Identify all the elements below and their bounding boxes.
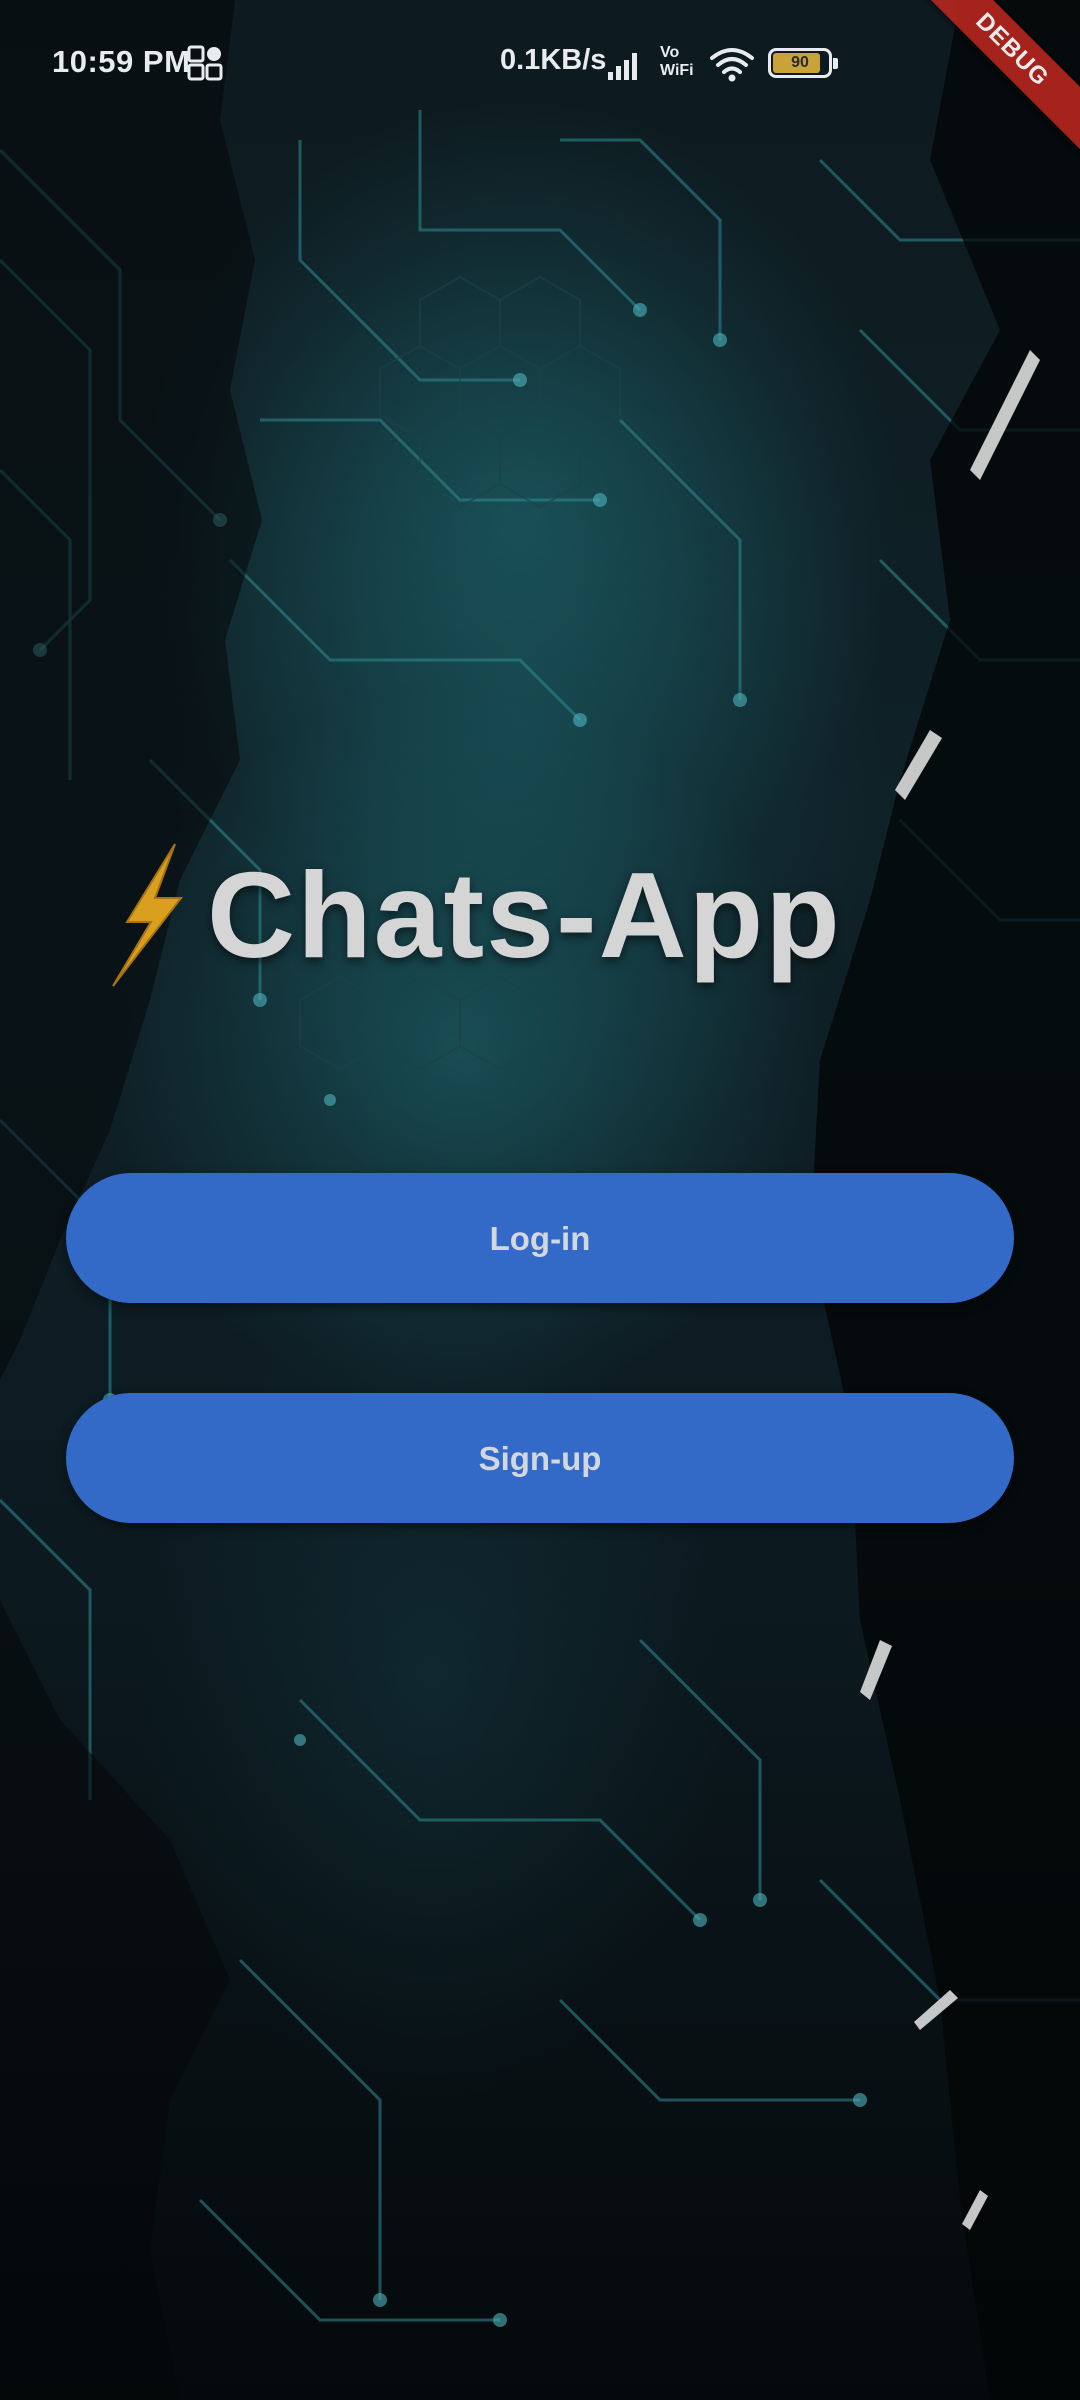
battery-level: 90 (791, 54, 809, 71)
signup-button[interactable]: Sign-up (66, 1393, 1014, 1523)
welcome-screen: 10:59 PM 0.1KB/s Vo WiFi 90 DEBUG Chats-… (0, 0, 1080, 2400)
battery-icon: 90 (768, 48, 838, 78)
app-title: Chats-App (207, 847, 842, 983)
wifi-icon (710, 48, 754, 82)
status-time: 10:59 PM (52, 44, 191, 79)
network-speed: 0.1KB/s (500, 44, 607, 76)
status-bar: 10:59 PM 0.1KB/s Vo WiFi 90 (0, 0, 1080, 130)
vowifi-label: Vo WiFi (660, 44, 694, 79)
app-grid-icon (187, 45, 223, 81)
login-button[interactable]: Log-in (66, 1173, 1014, 1303)
app-header: Chats-App (105, 835, 842, 995)
signal-icon (608, 53, 637, 80)
lightning-bolt-icon (112, 843, 184, 987)
